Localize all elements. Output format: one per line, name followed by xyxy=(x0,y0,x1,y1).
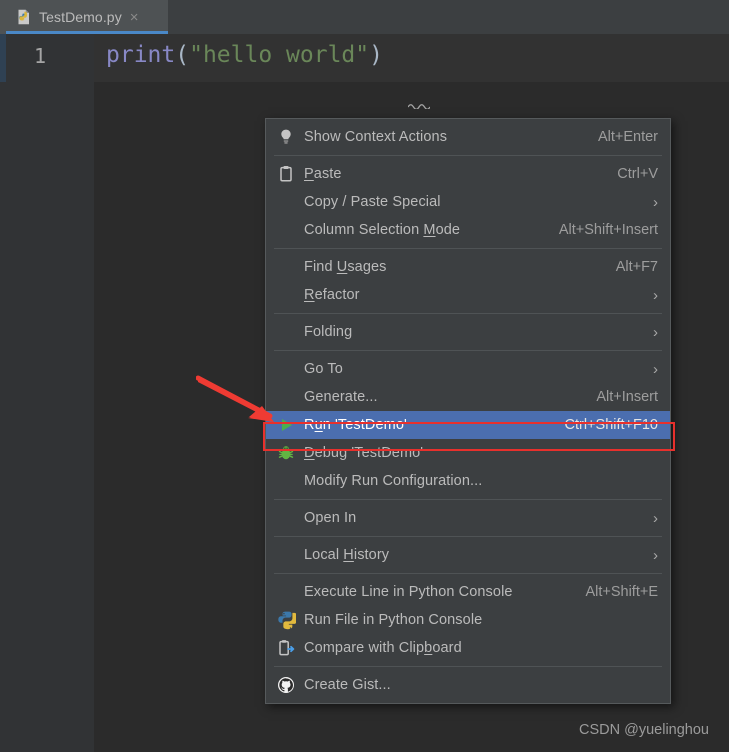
menu-item-shortcut: Alt+F7 xyxy=(615,259,658,275)
menu-item-shortcut: Alt+Shift+Insert xyxy=(558,222,658,238)
chevron-right-icon: › xyxy=(653,509,658,527)
menu-item-label: Create Gist... xyxy=(304,677,391,693)
menu-item-label: Generate... xyxy=(304,389,378,405)
menu-separator xyxy=(274,313,662,314)
menu-item-show-context-actions[interactable]: Show Context Actions Alt+Enter xyxy=(266,123,670,151)
menu-item-find-usages[interactable]: Find Usages Alt+F7 xyxy=(266,253,670,281)
menu-item-local-history[interactable]: Local History › xyxy=(266,541,670,569)
pycharm-window: TestDemo.py × 1 print("hello world") Sho… xyxy=(0,0,729,752)
github-icon xyxy=(276,675,296,695)
menu-item-label: Find Usages xyxy=(304,259,387,275)
menu-separator xyxy=(274,350,662,351)
icon-placeholder xyxy=(276,471,296,491)
run-play-icon xyxy=(276,415,296,435)
icon-placeholder xyxy=(276,220,296,240)
code-text: print("hello world") xyxy=(106,42,383,68)
menu-item-generate[interactable]: Generate... Alt+Insert xyxy=(266,383,670,411)
tab-testdemo-py[interactable]: TestDemo.py × xyxy=(6,0,168,34)
menu-item-label: Refactor xyxy=(304,287,360,303)
menu-item-label: Column Selection Mode xyxy=(304,222,461,238)
menu-item-label: Run 'TestDemo' xyxy=(304,417,407,433)
editor-tab-bar: TestDemo.py × xyxy=(0,0,729,34)
menu-item-label: Copy / Paste Special xyxy=(304,194,441,210)
menu-item-run-testdemo[interactable]: Run 'TestDemo' Ctrl+Shift+F10 xyxy=(266,411,670,439)
chevron-right-icon: › xyxy=(653,546,658,564)
menu-item-create-gist[interactable]: Create Gist... xyxy=(266,671,670,699)
menu-separator xyxy=(274,499,662,500)
line-number: 1 xyxy=(33,44,46,68)
menu-item-label: Local History xyxy=(304,547,390,563)
watermark-text: CSDN @yuelinghou xyxy=(579,722,709,738)
menu-item-label: Go To xyxy=(304,361,343,377)
menu-separator xyxy=(274,573,662,574)
menu-separator xyxy=(274,248,662,249)
menu-item-label: Folding xyxy=(304,324,353,340)
icon-placeholder xyxy=(276,359,296,379)
menu-item-label: Compare with Clipboard xyxy=(304,640,462,656)
menu-item-modify-run-configuration[interactable]: Modify Run Configuration... xyxy=(266,467,670,495)
clipboard-icon xyxy=(276,164,296,184)
icon-placeholder xyxy=(276,545,296,565)
code-token-string: "hello world" xyxy=(189,42,370,68)
menu-separator xyxy=(274,666,662,667)
code-token-open-paren: ( xyxy=(175,42,190,68)
menu-item-go-to[interactable]: Go To › xyxy=(266,355,670,383)
icon-placeholder xyxy=(276,192,296,212)
menu-item-shortcut: Ctrl+Shift+F10 xyxy=(564,417,659,433)
chevron-right-icon: › xyxy=(653,360,658,378)
code-token-close-paren: ) xyxy=(369,42,383,68)
editor-gutter: 1 xyxy=(0,34,94,752)
menu-item-label: Modify Run Configuration... xyxy=(304,473,483,489)
code-token-function: print xyxy=(106,42,176,68)
menu-item-label: Execute Line in Python Console xyxy=(304,584,513,600)
menu-item-folding[interactable]: Folding › xyxy=(266,318,670,346)
error-squiggle-icon xyxy=(408,104,430,109)
menu-item-debug-testdemo[interactable]: Debug 'TestDemo' xyxy=(266,439,670,467)
icon-placeholder xyxy=(276,257,296,277)
menu-item-shortcut: Alt+Insert xyxy=(596,389,658,405)
python-icon xyxy=(276,610,298,630)
menu-separator xyxy=(274,155,662,156)
icon-placeholder xyxy=(276,387,296,407)
menu-item-label: Open In xyxy=(304,510,357,526)
icon-placeholder xyxy=(276,285,296,305)
menu-item-refactor[interactable]: Refactor › xyxy=(266,281,670,309)
compare-clipboard-icon xyxy=(276,638,296,658)
editor-context-menu[interactable]: Show Context Actions Alt+Enter Paste Ctrl+V… xyxy=(265,118,671,704)
icon-placeholder xyxy=(276,582,296,602)
close-icon[interactable]: × xyxy=(130,10,139,25)
menu-item-shortcut: Alt+Shift+E xyxy=(585,584,658,600)
chevron-right-icon: › xyxy=(653,323,658,341)
chevron-right-icon: › xyxy=(653,286,658,304)
menu-item-label: Paste xyxy=(304,166,342,182)
debug-bug-icon xyxy=(276,443,296,463)
menu-item-column-selection-mode[interactable]: Column Selection Mode Alt+Shift+Insert xyxy=(266,216,670,244)
chevron-right-icon: › xyxy=(653,193,658,211)
menu-item-label: Show Context Actions xyxy=(304,129,448,145)
menu-item-label: Debug 'TestDemo' xyxy=(304,445,424,461)
menu-item-paste[interactable]: Paste Ctrl+V xyxy=(266,160,670,188)
lightbulb-icon xyxy=(276,127,296,147)
menu-item-label: Run File in Python Console xyxy=(304,612,483,628)
python-file-icon xyxy=(16,9,32,25)
menu-item-execute-line-in-python-console[interactable]: Execute Line in Python Console Alt+Shift+… xyxy=(266,578,670,606)
icon-placeholder xyxy=(276,508,296,528)
icon-placeholder xyxy=(276,322,296,342)
menu-item-run-file-in-python-console[interactable]: Run File in Python Console xyxy=(266,606,670,634)
menu-item-shortcut: Ctrl+V xyxy=(617,166,658,182)
menu-item-copy-paste-special[interactable]: Copy / Paste Special › xyxy=(266,188,670,216)
menu-item-shortcut: Alt+Enter xyxy=(597,129,658,145)
menu-item-open-in[interactable]: Open In › xyxy=(266,504,670,532)
menu-separator xyxy=(274,536,662,537)
menu-item-compare-with-clipboard[interactable]: Compare with Clipboard xyxy=(266,634,670,662)
tab-label: TestDemo.py xyxy=(39,9,122,25)
